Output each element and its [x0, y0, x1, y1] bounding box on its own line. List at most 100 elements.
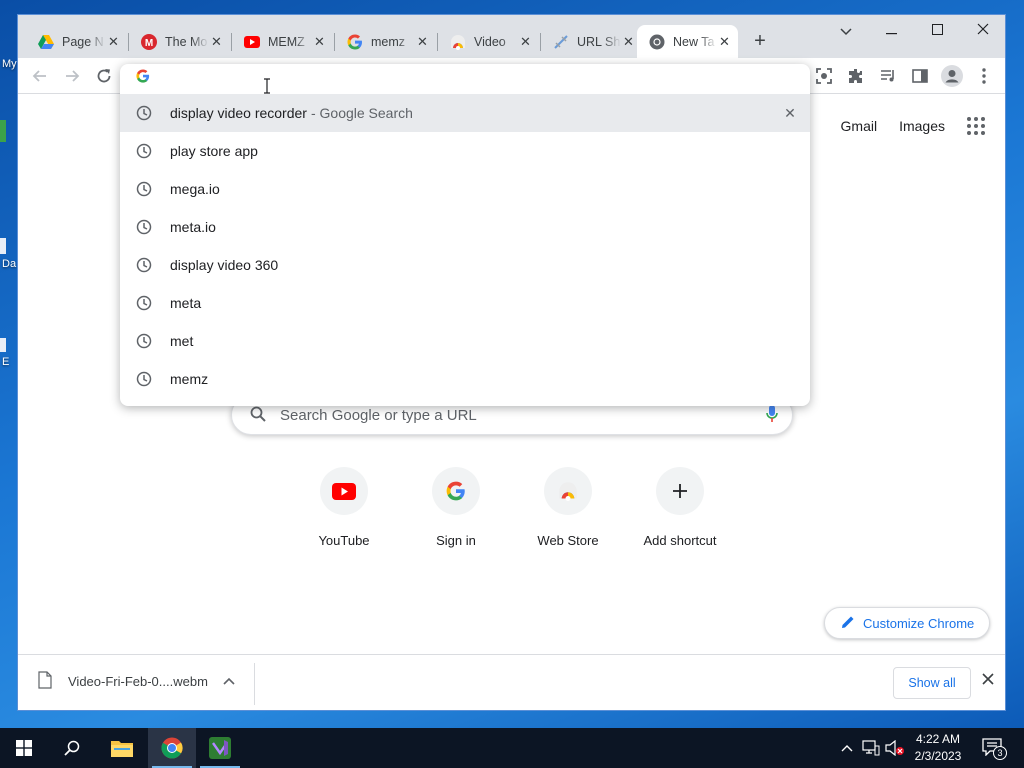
suggestion-item[interactable]: memz [120, 360, 810, 398]
desktop-icon-label[interactable]: My [2, 58, 17, 70]
tab-title: New Ta [673, 34, 715, 49]
desktop-icon[interactable] [0, 338, 6, 352]
download-item[interactable]: Video-Fri-Feb-0....webm [38, 671, 208, 692]
maximize-button[interactable] [917, 19, 957, 43]
suggestion-item[interactable]: mega.io [120, 170, 810, 208]
download-filename: Video-Fri-Feb-0....webm [68, 674, 208, 689]
youtube-icon [320, 467, 368, 515]
omnibox-input-row[interactable] [120, 64, 810, 90]
tab-mega[interactable]: M The Mo ✕ [129, 25, 230, 58]
desktop-icon[interactable] [0, 120, 6, 142]
suggestion-item[interactable]: met [120, 322, 810, 360]
desktop-icon[interactable] [0, 238, 6, 254]
google-icon [136, 68, 150, 86]
close-shelf-icon[interactable] [980, 673, 996, 689]
chevron-up-icon[interactable] [223, 673, 239, 689]
tab-memz-youtube[interactable]: MEMZ ✕ [232, 25, 333, 58]
url-shortener-icon [553, 34, 569, 50]
microphone-icon[interactable] [766, 404, 778, 426]
visual-studio-icon[interactable] [196, 728, 244, 768]
download-shelf: Video-Fri-Feb-0....webm Show all [18, 654, 1005, 710]
history-clock-icon [136, 105, 152, 121]
search-placeholder: Search Google or type a URL [280, 406, 477, 424]
suggestion-item[interactable]: display video recorder - Google Search ✕ [120, 94, 810, 132]
forward-button[interactable] [60, 64, 84, 88]
suggestion-item[interactable]: display video 360 [120, 246, 810, 284]
desktop-icon-label[interactable]: E [2, 356, 9, 368]
divider [254, 663, 255, 705]
file-explorer-icon[interactable] [98, 728, 146, 768]
shortcut-add[interactable]: Add shortcut [624, 467, 736, 548]
top-links: Gmail Images [841, 117, 985, 135]
media-control-icon[interactable] [876, 64, 900, 88]
history-clock-icon [136, 257, 152, 273]
network-icon[interactable] [860, 728, 882, 768]
window-close-button[interactable] [963, 19, 1003, 43]
tab-title: memz [371, 34, 406, 49]
history-clock-icon [136, 143, 152, 159]
shortcut-label: Sign in [436, 533, 476, 548]
system-clock[interactable]: 4:22 AM 2/3/2023 [906, 731, 970, 765]
menu-icon[interactable] [972, 64, 996, 88]
search-icon[interactable] [48, 728, 96, 768]
shortcut-label: Add shortcut [643, 533, 717, 548]
suggestion-text: display video recorder [170, 105, 307, 121]
shortcut-label: Web Store [537, 533, 599, 548]
suggestion-text: meta.io [170, 219, 216, 235]
tab-title: The Mo [165, 34, 208, 49]
suggestion-text: meta [170, 295, 202, 311]
suggestion-item[interactable]: meta [120, 284, 810, 322]
close-icon[interactable]: ✕ [209, 34, 224, 50]
volume-muted-icon[interactable] [884, 728, 906, 768]
show-all-button[interactable]: Show all [893, 667, 971, 699]
new-tab-button[interactable]: + [749, 31, 771, 53]
reload-button[interactable] [92, 64, 116, 88]
chrome-icon [649, 34, 665, 50]
profile-avatar-icon[interactable] [940, 64, 964, 88]
close-icon[interactable]: ✕ [717, 34, 732, 50]
shortcut-web-store[interactable]: Web Store [512, 467, 624, 548]
close-icon[interactable]: ✕ [621, 34, 636, 50]
tab-url-shortener[interactable]: URL Sh ✕ [541, 25, 642, 58]
minimize-button[interactable] [871, 19, 911, 43]
chevron-up-icon[interactable] [838, 728, 856, 768]
start-button[interactable] [0, 728, 48, 768]
tab-new-tab[interactable]: New Ta ✕ [637, 25, 738, 58]
tab-search-button[interactable] [826, 19, 866, 43]
close-icon[interactable]: ✕ [312, 34, 327, 50]
suggestion-item[interactable]: meta.io [120, 208, 810, 246]
desktop-icon-label[interactable]: Da [2, 258, 16, 270]
clock-time: 4:22 AM [915, 732, 961, 746]
google-icon [347, 34, 363, 50]
images-link[interactable]: Images [899, 118, 945, 134]
gmail-link[interactable]: Gmail [841, 118, 878, 134]
history-clock-icon [136, 295, 152, 311]
customize-chrome-button[interactable]: Customize Chrome [824, 607, 990, 639]
google-lens-icon[interactable] [812, 64, 836, 88]
suggestion-text: play store app [170, 143, 258, 159]
shortcut-sign-in[interactable]: Sign in [400, 467, 512, 548]
back-button[interactable] [28, 64, 52, 88]
suggestion-item[interactable]: play store app [120, 132, 810, 170]
tab-title: URL Sh [577, 34, 621, 49]
browser-window: Page N ✕ M The Mo ✕ MEMZ ✕ memz ✕ Video … [17, 14, 1006, 711]
close-icon[interactable]: ✕ [415, 34, 430, 50]
chrome-web-store-icon [450, 34, 466, 50]
extensions-icon[interactable] [844, 64, 868, 88]
history-clock-icon [136, 219, 152, 235]
side-panel-icon[interactable] [908, 64, 932, 88]
mega-icon: M [141, 33, 157, 50]
tab-page-drive[interactable]: Page N ✕ [26, 25, 127, 58]
remove-suggestion-icon[interactable]: ✕ [782, 105, 798, 121]
close-icon[interactable]: ✕ [518, 34, 533, 50]
shortcut-youtube[interactable]: YouTube [288, 467, 400, 548]
history-clock-icon [136, 371, 152, 387]
suggestion-text: memz [170, 371, 209, 387]
chrome-taskbar-icon[interactable] [148, 728, 196, 768]
apps-grid-icon[interactable] [967, 117, 985, 135]
tab-memz-google[interactable]: memz ✕ [335, 25, 436, 58]
close-icon[interactable]: ✕ [106, 34, 121, 50]
suggestion-text: mega.io [170, 181, 220, 197]
tab-video-store[interactable]: Video ✕ [438, 25, 539, 58]
shortcuts: YouTube Sign in Web Store Add shortcut [288, 467, 736, 548]
